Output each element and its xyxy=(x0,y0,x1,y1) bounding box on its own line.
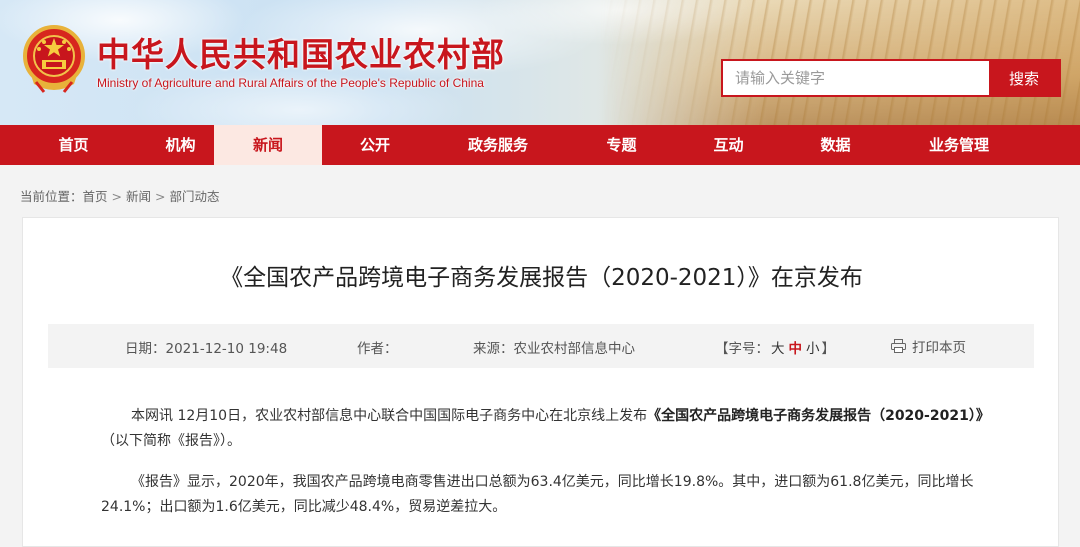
search-button[interactable]: 搜索 xyxy=(989,61,1059,95)
breadcrumb-item-news[interactable]: 新闻 xyxy=(126,189,151,204)
breadcrumb-separator: > xyxy=(155,189,166,204)
nav-item-interaction[interactable]: 互动 xyxy=(675,125,782,165)
nav-item-home[interactable]: 首页 xyxy=(0,125,147,165)
breadcrumb-prefix: 当前位置： xyxy=(20,189,83,204)
nav-item-topics[interactable]: 专题 xyxy=(568,125,675,165)
nav-item-public[interactable]: 公开 xyxy=(322,125,428,165)
paragraph-text: （以下简称《报告》）。 xyxy=(101,433,241,449)
site-title[interactable]: 中华人民共和国农业农村部 xyxy=(97,28,505,76)
nav-item-business-management[interactable]: 业务管理 xyxy=(889,125,1029,165)
header-banner: 中华人民共和国农业农村部 Ministry of Agriculture and… xyxy=(0,0,1080,125)
nav-item-news[interactable]: 新闻 xyxy=(214,125,322,165)
article-meta-bar: 日期：2021-12-10 19:48 作者： 来源：农业农村部信息中心 【字号… xyxy=(48,324,1034,368)
breadcrumb: 当前位置：首页 > 新闻 > 部门动态 xyxy=(20,186,220,205)
nav-item-government-services[interactable]: 政务服务 xyxy=(428,125,568,165)
main-nav: 首页 机构 新闻 公开 政务服务 专题 互动 数据 业务管理 xyxy=(0,125,1080,165)
meta-date-value: 2021-12-10 19:48 xyxy=(165,341,288,357)
font-size-large[interactable]: 大 xyxy=(771,341,785,357)
print-page-label: 打印本页 xyxy=(912,340,966,356)
print-page-link[interactable]: 打印本页 xyxy=(891,336,966,356)
search-box: 搜索 xyxy=(721,59,1061,97)
article-title: 《全国农产品跨境电子商务发展报告（2020-2021）》在京发布 xyxy=(220,265,863,291)
font-size-medium[interactable]: 中 xyxy=(789,341,803,357)
article-body: 本网讯 12月10日，农业农村部信息中心联合中国国际电子商务中心在北京线上发布《… xyxy=(101,404,1001,536)
meta-date: 日期：2021-12-10 19:48 xyxy=(125,337,287,357)
article-paragraph: 《报告》显示，2020年，我国农产品跨境电商零售进出口总额为63.4亿美元，同比… xyxy=(101,470,1001,520)
font-size-label-open: 【字号： xyxy=(715,341,769,357)
article-paragraph: 本网讯 12月10日，农业农村部信息中心联合中国国际电子商务中心在北京线上发布《… xyxy=(101,404,1001,454)
meta-author: 作者： xyxy=(357,337,398,357)
meta-source-value: 农业农村部信息中心 xyxy=(513,341,636,357)
national-emblem-icon[interactable] xyxy=(22,24,86,94)
meta-author-label: 作者： xyxy=(357,341,398,357)
paragraph-text: 本网讯 12月10日，农业农村部信息中心联合中国国际电子商务中心在北京线上发布 xyxy=(131,408,648,424)
site-subtitle: Ministry of Agriculture and Rural Affair… xyxy=(97,76,484,90)
printer-icon xyxy=(891,339,906,353)
breadcrumb-item-department-news[interactable]: 部门动态 xyxy=(170,189,220,204)
font-size-small[interactable]: 小 xyxy=(806,341,820,357)
nav-item-data[interactable]: 数据 xyxy=(782,125,889,165)
font-size-label-close: 】 xyxy=(821,341,836,357)
meta-date-label: 日期： xyxy=(125,341,166,357)
article-panel: 《全国农产品跨境电子商务发展报告（2020-2021）》在京发布 日期：2021… xyxy=(22,217,1059,547)
nav-item-organization[interactable]: 机构 xyxy=(147,125,214,165)
font-size-control: 【字号：大中小】 xyxy=(715,337,835,357)
paragraph-text: 《报告》显示，2020年，我国农产品跨境电商零售进出口总额为63.4亿美元，同比… xyxy=(101,474,974,515)
breadcrumb-separator: > xyxy=(111,189,123,204)
meta-source: 来源：农业农村部信息中心 xyxy=(473,337,635,357)
breadcrumb-item-home[interactable]: 首页 xyxy=(83,189,108,204)
search-input[interactable] xyxy=(723,61,989,95)
paragraph-bold-text: 《全国农产品跨境电子商务发展报告（2020-2021）》 xyxy=(647,408,990,424)
meta-source-label: 来源： xyxy=(473,341,514,357)
